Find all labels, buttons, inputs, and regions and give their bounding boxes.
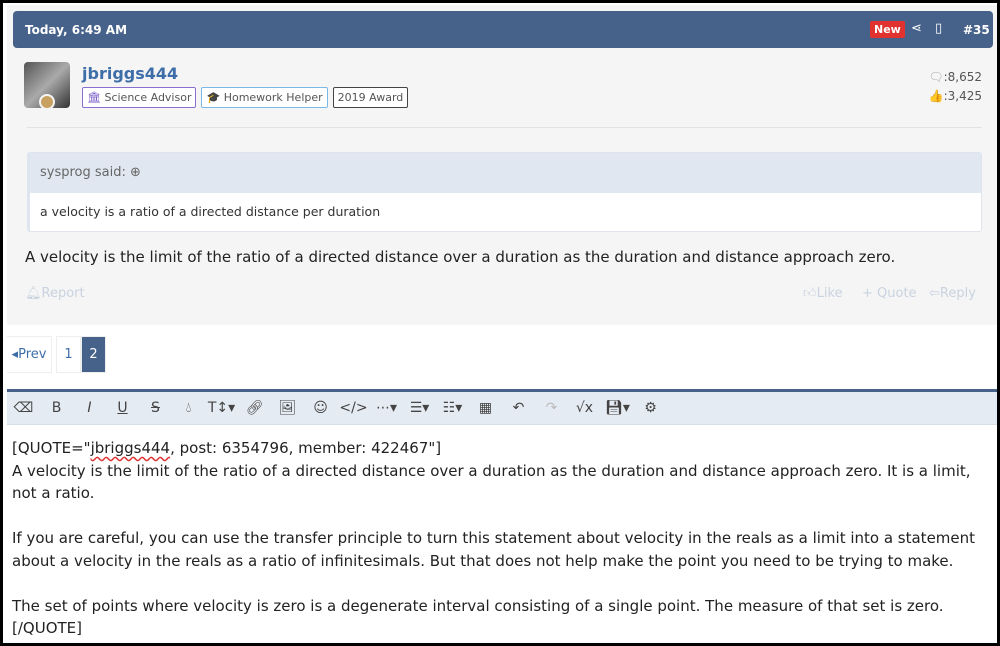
tag-homework-helper: 🎓 Homework Helper xyxy=(201,87,328,108)
list-icon[interactable]: ☷▾ xyxy=(436,400,469,416)
reply-button[interactable]: ⇦Reply xyxy=(929,286,976,301)
tag-science-advisor: 🏛 Science Advisor xyxy=(82,87,197,108)
undo-icon[interactable]: ↶ xyxy=(502,400,535,416)
bookmark-icon[interactable]: ▯ xyxy=(935,21,942,36)
math-icon[interactable]: √x xyxy=(568,400,601,416)
prev-button[interactable]: ◂ Prev xyxy=(7,336,52,373)
font-size-icon[interactable]: T↕▾ xyxy=(205,400,238,416)
graduation-cap-icon: 🎓 xyxy=(206,91,221,104)
reply-editor: ⌫ B I U S 💧︎ T↕▾ 🔗︎ 🖼︎ ☺ </> ⋯▾ ☰▾ ☷▾ ▦ ↶ ↷ √x 💾︎▾ ⚙ [QUOTE… xyxy=(7,389,997,643)
quote-block: sysprog said: ⊕ a velocity is a ratio of… xyxy=(27,152,982,232)
avatar[interactable] xyxy=(24,62,70,110)
post: Today, 6:49 AM New ⋖ ▯ #35 jbriggs444 🏛 … xyxy=(7,5,997,325)
new-badge: New xyxy=(870,21,905,38)
jump-up-icon[interactable]: ⊕ xyxy=(130,165,141,180)
strikethrough-icon[interactable]: S xyxy=(139,400,172,416)
smiley-icon[interactable]: ☺ xyxy=(304,400,337,416)
editor-textarea[interactable]: [QUOTE="jbriggs444, post: 6354796, membe… xyxy=(7,425,997,643)
messages-icon: 🗨 xyxy=(928,70,944,84)
pagination: ◂ Prev 1 2 xyxy=(7,336,106,373)
username[interactable]: jbriggs444 xyxy=(82,64,178,83)
page-1[interactable]: 1 xyxy=(56,336,81,373)
more-icon[interactable]: ⋯▾ xyxy=(370,400,403,416)
table-icon[interactable]: ▦ xyxy=(469,400,502,416)
code-icon[interactable]: </> xyxy=(337,400,370,416)
post-number[interactable]: #35 xyxy=(963,23,990,37)
eraser-icon[interactable]: ⌫ xyxy=(7,400,40,416)
institution-icon: 🏛 xyxy=(87,91,101,104)
settings-gear-icon[interactable]: ⚙ xyxy=(634,400,667,416)
divider xyxy=(27,127,982,128)
page-2[interactable]: 2 xyxy=(81,336,106,373)
tag-award: 2019 Award xyxy=(332,87,409,108)
quote-text: a velocity is a ratio of a directed dist… xyxy=(40,204,381,219)
save-draft-icon[interactable]: 💾︎▾ xyxy=(601,400,634,416)
page: Today, 6:49 AM New ⋖ ▯ #35 jbriggs444 🏛 … xyxy=(3,3,997,643)
report-button[interactable]: 🔔︎Report xyxy=(25,286,85,301)
image-icon[interactable]: 🖼︎ xyxy=(271,400,304,416)
share-icon[interactable]: ⋖ xyxy=(911,21,922,36)
user-badge-icon xyxy=(39,94,55,110)
editor-toolbar: ⌫ B I U S 💧︎ T↕▾ 🔗︎ 🖼︎ ☺ </> ⋯▾ ☰▾ ☷▾ ▦ ↶ ↷ √x 💾︎▾ ⚙ xyxy=(7,392,997,425)
redo-icon[interactable]: ↷ xyxy=(535,400,568,416)
quote-button[interactable]: + Quote xyxy=(862,286,917,301)
thumbs-up-icon: 👍 xyxy=(928,89,944,103)
post-body: A velocity is the limit of the ratio of … xyxy=(25,248,896,266)
color-drop-icon[interactable]: 💧︎ xyxy=(172,400,205,416)
post-header: Today, 6:49 AM New ⋖ ▯ #35 xyxy=(13,11,993,48)
underline-icon[interactable]: U xyxy=(106,400,139,416)
align-icon[interactable]: ☰▾ xyxy=(403,400,436,416)
user-stats: 🗨:8,652 👍:3,425 xyxy=(928,70,982,103)
like-button[interactable]: 👍︎Like xyxy=(803,286,843,301)
italic-icon[interactable]: I xyxy=(73,400,106,416)
link-icon[interactable]: 🔗︎ xyxy=(238,400,271,416)
bold-icon[interactable]: B xyxy=(40,400,73,416)
quote-author[interactable]: sysprog said: xyxy=(40,165,126,180)
post-time[interactable]: Today, 6:49 AM xyxy=(25,23,127,37)
